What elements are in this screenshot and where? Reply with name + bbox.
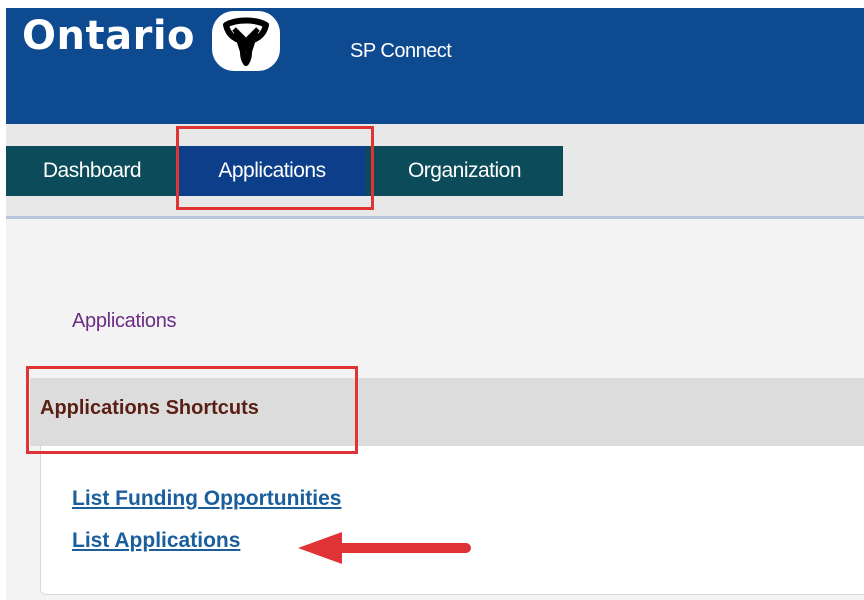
tab-organization[interactable]: Organization (366, 146, 563, 196)
section-title: Applications Shortcuts (40, 397, 259, 419)
shortcuts-panel (40, 446, 864, 595)
tab-applications[interactable]: Applications (178, 146, 366, 196)
brand-name[interactable]: Ontario (22, 16, 195, 56)
list-funding-opportunities-link[interactable]: List Funding Opportunities (72, 487, 341, 511)
breadcrumb[interactable]: Applications (72, 310, 177, 333)
list-applications-link[interactable]: List Applications (72, 529, 240, 553)
app-name: SP Connect (350, 40, 452, 62)
main-nav-tabs: Dashboard Applications Organization (6, 146, 563, 196)
ontario-trillium-logo-icon[interactable] (212, 11, 280, 71)
red-arrow-icon (298, 532, 471, 564)
tab-dashboard[interactable]: Dashboard (6, 146, 178, 196)
